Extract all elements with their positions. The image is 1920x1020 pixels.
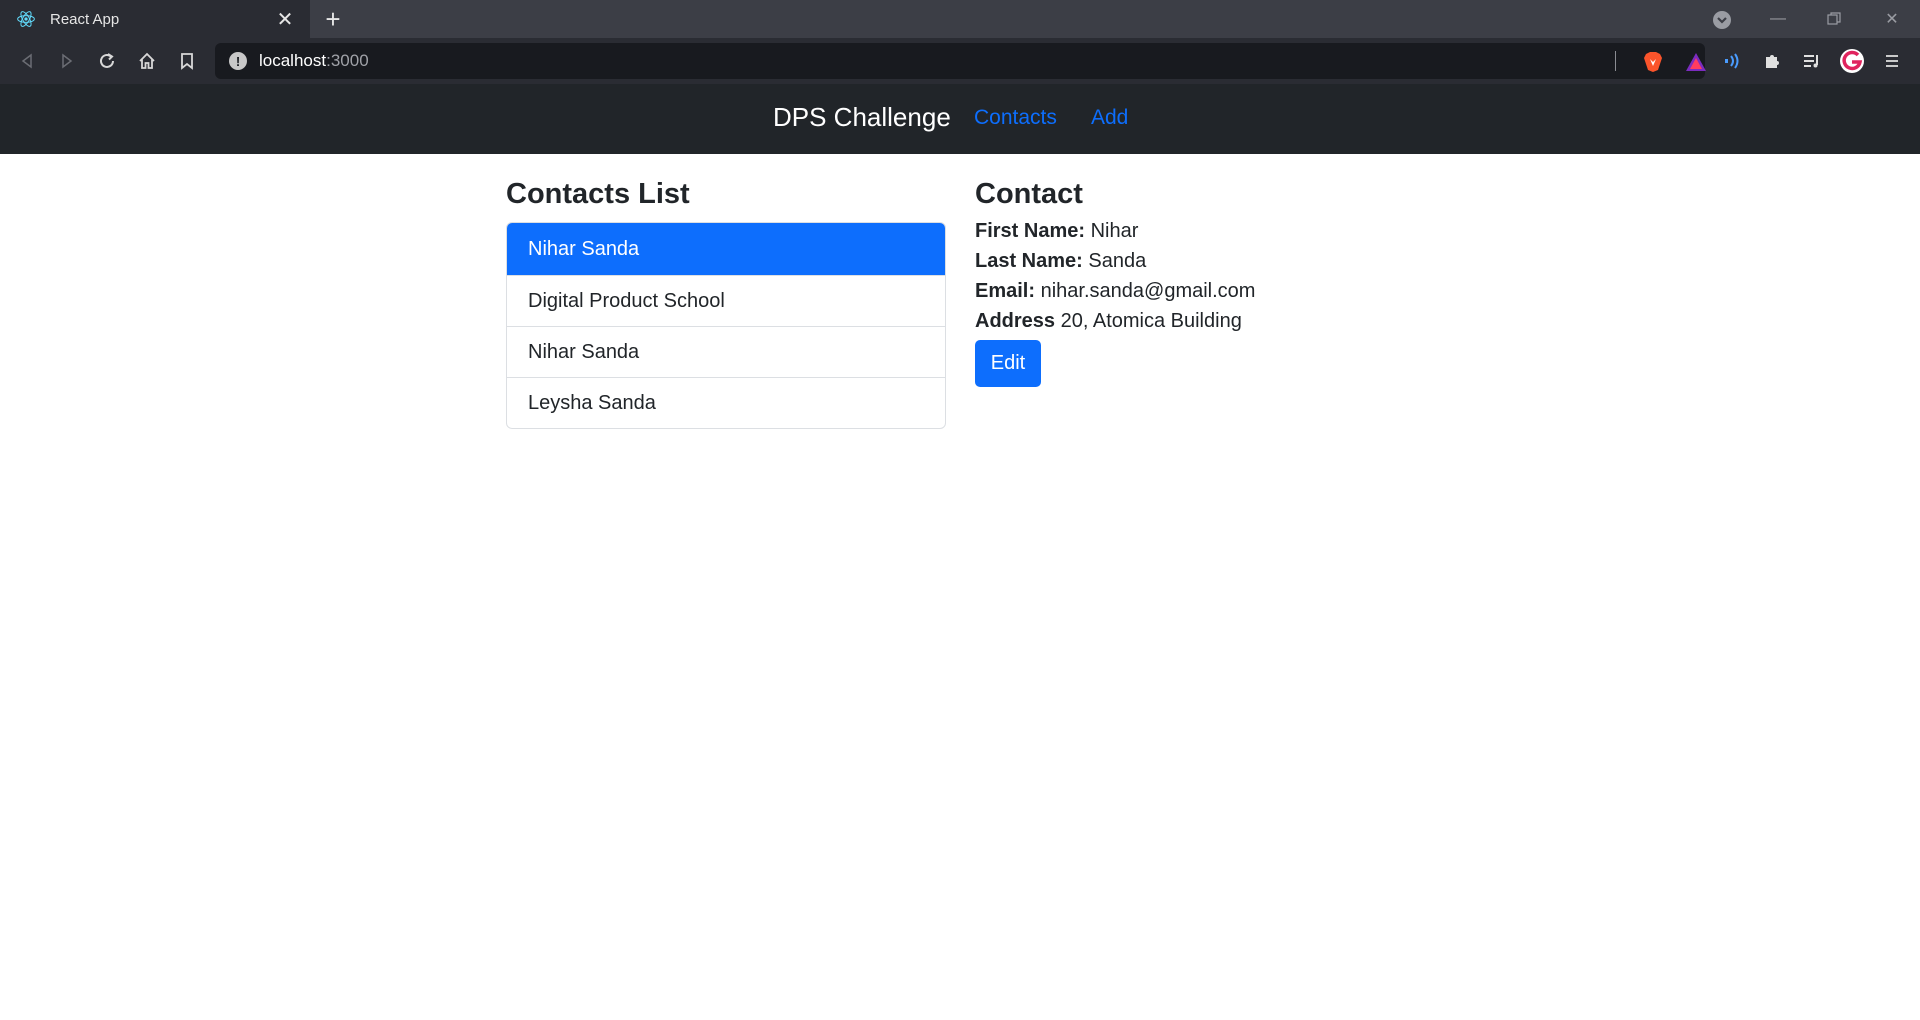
email-value: nihar.sanda@gmail.com [1040,280,1256,302]
contacts-list-title: Contacts List [506,178,690,210]
browser-tab-strip: React App ✕ + — ✕ [0,0,1920,38]
address-value: 20, Atomica Building [1060,310,1242,332]
contacts-list-panel: Contacts List Nihar Sanda Digital Produc… [506,174,946,429]
brave-shields-icon[interactable] [1640,49,1666,75]
nav-link-add[interactable]: Add [1091,106,1128,130]
restore-icon[interactable] [1806,0,1862,38]
last-name-label: Last Name: [975,250,1083,272]
navbar-brand[interactable]: DPS Challenge [773,102,951,133]
site-info-icon[interactable]: ! [229,52,247,70]
contact-list-item[interactable]: Leysha Sanda [507,377,945,428]
home-icon[interactable] [132,46,162,76]
browser-toolbar: ! localhost:3000 [0,38,1920,84]
contact-title: Contact [975,178,1083,210]
react-logo-icon [16,9,36,29]
first-name-value: Nihar [1090,220,1139,242]
brave-rewards-icon[interactable] [1683,49,1709,75]
nav-link-contacts[interactable]: Contacts [974,106,1057,130]
menu-icon[interactable] [1877,46,1907,76]
browser-tab-active[interactable]: React App ✕ [0,0,310,38]
speedreader-icon[interactable] [1717,46,1747,76]
close-tab-icon[interactable]: ✕ [270,4,300,34]
email-label: Email: [975,280,1036,302]
url-divider [1615,51,1616,71]
new-tab-icon[interactable]: + [318,4,348,34]
contacts-list: Nihar Sanda Digital Product School Nihar… [506,222,946,429]
contact-list-item-active[interactable]: Nihar Sanda [507,223,945,275]
profile-avatar-icon[interactable] [1837,46,1867,76]
tab-title: React App [50,10,120,28]
contact-detail-panel: Contact First Name: Nihar Last Name: San… [975,174,1415,387]
window-close-icon[interactable]: ✕ [1864,0,1920,38]
app-navbar: DPS Challenge Contacts Add [0,84,1920,154]
last-name-row: Last Name: Sanda [975,246,1415,276]
first-name-row: First Name: Nihar [975,216,1415,246]
minimize-icon[interactable]: — [1750,0,1806,38]
extensions-icon[interactable] [1757,46,1787,76]
first-name-label: First Name: [975,220,1086,242]
email-row: Email: nihar.sanda@gmail.com [975,276,1415,306]
tab-search-icon[interactable] [1708,6,1736,34]
edit-button[interactable]: Edit [975,340,1041,387]
back-icon[interactable] [12,46,42,76]
address-row: Address 20, Atomica Building [975,306,1415,336]
reload-icon[interactable] [92,46,122,76]
playlist-icon[interactable] [1797,46,1827,76]
contact-list-item[interactable]: Digital Product School [507,275,945,326]
forward-icon[interactable] [52,46,82,76]
url-text: localhost:3000 [259,51,369,70]
contact-list-item[interactable]: Nihar Sanda [507,326,945,377]
address-bar[interactable]: ! localhost:3000 [215,43,1706,79]
bookmark-icon[interactable] [172,46,202,76]
address-label: Address [975,310,1056,332]
last-name-value: Sanda [1088,250,1147,272]
